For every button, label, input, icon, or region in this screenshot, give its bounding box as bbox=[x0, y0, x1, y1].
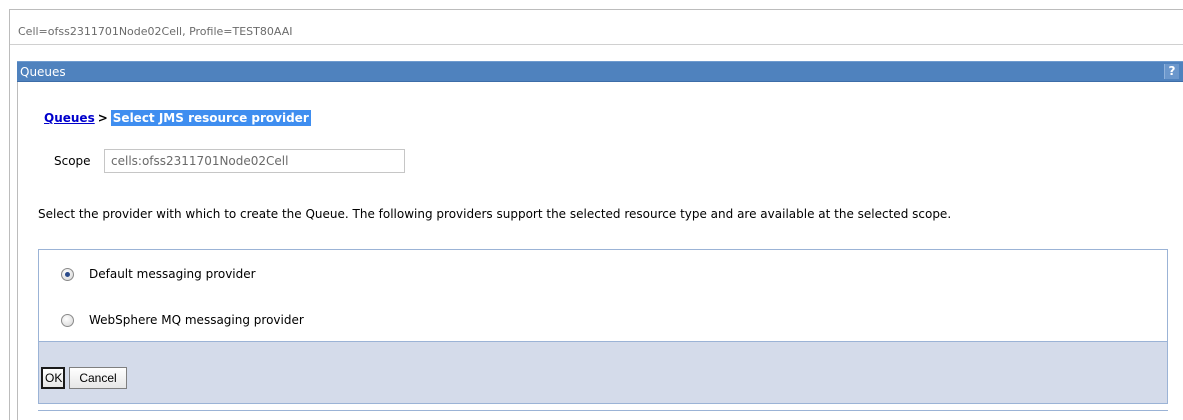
radio-websphere-mq[interactable] bbox=[61, 313, 74, 327]
provider-option-default[interactable]: Default messaging provider bbox=[61, 265, 256, 283]
breadcrumb-separator: > bbox=[97, 111, 108, 125]
portlet-header: Queues ? bbox=[17, 61, 1183, 82]
provider-option-mq[interactable]: WebSphere MQ messaging provider bbox=[61, 311, 304, 329]
button-bar bbox=[39, 341, 1167, 403]
help-icon[interactable]: ? bbox=[1164, 64, 1179, 79]
provider-label: Default messaging provider bbox=[89, 267, 256, 281]
portlet-title: Queues bbox=[20, 65, 66, 79]
ok-button[interactable]: OK bbox=[41, 367, 65, 389]
cancel-button[interactable]: Cancel bbox=[69, 367, 127, 389]
instruction-text: Select the provider with which to create… bbox=[38, 207, 952, 221]
breadcrumb-current: Select JMS resource provider bbox=[110, 110, 311, 126]
scope-field: cells:ofss2311701Node02Cell bbox=[104, 149, 405, 173]
provider-list: Default messaging provider WebSphere MQ … bbox=[38, 249, 1168, 404]
radio-default-messaging[interactable] bbox=[61, 267, 74, 281]
breadcrumb-queues-link[interactable]: Queues bbox=[44, 111, 95, 125]
scope-label: Scope bbox=[54, 154, 91, 168]
context-divider bbox=[10, 44, 1183, 45]
provider-label: WebSphere MQ messaging provider bbox=[89, 313, 304, 327]
breadcrumb: Queues > Select JMS resource provider bbox=[44, 110, 311, 126]
context-line: Cell=ofss2311701Node02Cell, Profile=TEST… bbox=[18, 25, 293, 38]
bottom-divider bbox=[38, 410, 1168, 411]
